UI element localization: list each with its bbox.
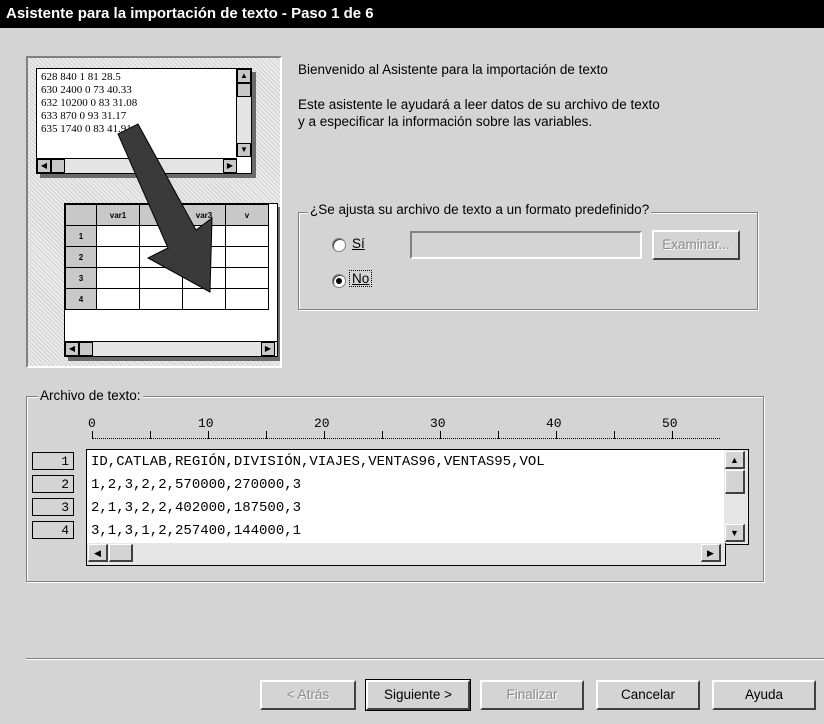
radio-yes[interactable]	[332, 238, 346, 252]
browse-button[interactable]: Examinar...	[652, 230, 740, 260]
text-file-legend: Archivo de texto:	[38, 388, 143, 403]
preview-line: ID,CATLAB,REGIÓN,DIVISIÓN,VIAJES,VENTAS9…	[91, 454, 545, 470]
scroll-right-icon[interactable]: ▶	[701, 544, 721, 562]
scroll-up-icon[interactable]: ▲	[725, 451, 745, 469]
wizard-illustration: 628 840 1 81 28.5 630 2400 0 73 40.33 63…	[26, 56, 282, 368]
ruler-label: 30	[430, 416, 446, 431]
preview-line: 2,1,3,2,2,402000,187500,3	[91, 500, 302, 516]
row-number: 4	[32, 521, 74, 539]
description-text: Este asistente le ayudará a leer datos d…	[298, 96, 738, 130]
radio-selected-dot	[336, 278, 342, 284]
ruler-tick	[208, 431, 209, 439]
row-number: 3	[32, 498, 74, 516]
preview-line: 1,2,3,2,2,570000,270000,3	[91, 477, 302, 493]
description-line: y a especificar la información sobre las…	[298, 114, 593, 129]
scroll-left-icon[interactable]: ◀	[88, 544, 108, 562]
welcome-text: Bienvenido al Asistente para la importac…	[298, 62, 608, 77]
predefined-format-path-input[interactable]	[410, 231, 642, 259]
scroll-down-icon[interactable]: ▼	[725, 524, 745, 542]
cancel-button[interactable]: Cancelar	[596, 680, 700, 710]
row-number: 2	[32, 475, 74, 493]
next-button[interactable]: Siguiente >	[365, 679, 471, 711]
text-file-preview[interactable]: ID,CATLAB,REGIÓN,DIVISIÓN,VIAJES,VENTAS9…	[86, 449, 726, 545]
column-ruler: 0 10 20 30 40 50	[86, 416, 720, 442]
ruler-label: 20	[314, 416, 330, 431]
ruler-tick	[150, 431, 151, 439]
ruler-baseline	[92, 438, 720, 439]
window-title: Asistente para la importación de texto -…	[0, 0, 824, 28]
ruler-tick	[92, 431, 93, 439]
radio-yes-label[interactable]: Sí	[352, 236, 365, 251]
ruler-tick	[672, 431, 673, 439]
row-number: 1	[32, 452, 74, 470]
ruler-tick	[556, 431, 557, 439]
description-line: Este asistente le ayudará a leer datos d…	[298, 97, 660, 112]
ruler-tick	[498, 431, 499, 439]
finish-button[interactable]: Finalizar	[480, 680, 584, 710]
format-groupbox	[298, 212, 758, 310]
ruler-tick	[382, 431, 383, 439]
ruler-tick	[324, 431, 325, 439]
ruler-tick	[440, 431, 441, 439]
ruler-label: 0	[88, 416, 96, 431]
help-button[interactable]: Ayuda	[712, 680, 816, 710]
radio-no-label[interactable]: No	[348, 270, 373, 287]
vertical-scroll-thumb[interactable]	[725, 470, 745, 494]
ruler-label: 40	[546, 416, 562, 431]
ruler-tick	[614, 431, 615, 439]
horizontal-scroll-thumb[interactable]	[109, 544, 133, 562]
preview-horizontal-scrollbar[interactable]: ◀ ▶	[86, 543, 726, 566]
ruler-label: 10	[198, 416, 214, 431]
radio-no[interactable]	[332, 274, 346, 288]
ruler-label: 50	[662, 416, 678, 431]
footer-separator	[26, 658, 824, 660]
back-button[interactable]: < Atrás	[260, 680, 356, 710]
preview-line: 3,1,3,1,2,257400,144000,1	[91, 523, 302, 539]
format-group-legend: ¿Se ajusta su archivo de texto a un form…	[308, 202, 652, 217]
ruler-tick	[266, 431, 267, 439]
preview-vertical-scrollbar[interactable]: ▲ ▼	[724, 449, 749, 545]
import-arrow-icon	[117, 123, 213, 293]
